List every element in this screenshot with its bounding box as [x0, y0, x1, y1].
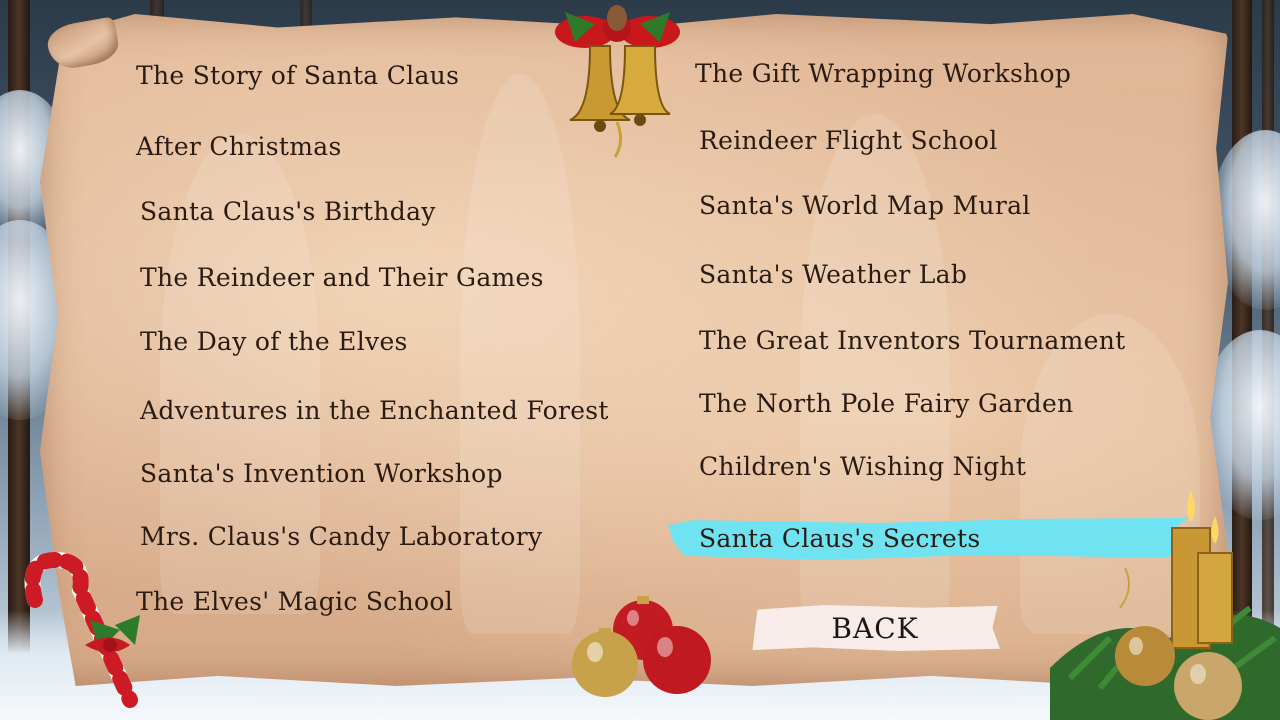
- menu-item-invention-workshop[interactable]: Santa's Invention Workshop: [140, 458, 503, 490]
- menu-item-reindeer-flight-school[interactable]: Reindeer Flight School: [699, 125, 998, 157]
- menu-item-reindeer-games[interactable]: The Reindeer and Their Games: [140, 262, 544, 294]
- menu-item-story-of-santa-claus[interactable]: The Story of Santa Claus: [136, 60, 459, 92]
- menu-item-day-of-elves[interactable]: The Day of the Elves: [140, 326, 408, 358]
- menu-item-weather-lab[interactable]: Santa's Weather Lab: [699, 259, 967, 291]
- bells-icon: [555, 5, 680, 158]
- menu-item-wishing-night[interactable]: Children's Wishing Night: [699, 451, 1026, 483]
- candy-cane-icon: [24, 551, 140, 708]
- menu-item-gift-wrapping-workshop[interactable]: The Gift Wrapping Workshop: [695, 58, 1071, 90]
- menu-item-elves-magic-school[interactable]: The Elves' Magic School: [136, 586, 453, 618]
- menu-item-world-map-mural[interactable]: Santa's World Map Mural: [699, 190, 1031, 222]
- menu-item-santa-claus-secrets[interactable]: Santa Claus's Secrets: [699, 523, 980, 555]
- menu-item-enchanted-forest[interactable]: Adventures in the Enchanted Forest: [140, 395, 609, 427]
- menu-item-santa-claus-birthday[interactable]: Santa Claus's Birthday: [140, 196, 436, 228]
- menu-item-inventors-tournament[interactable]: The Great Inventors Tournament: [699, 325, 1125, 357]
- menu-item-candy-laboratory[interactable]: Mrs. Claus's Candy Laboratory: [140, 521, 542, 553]
- candles-icon: [1050, 490, 1280, 720]
- menu-item-fairy-garden[interactable]: The North Pole Fairy Garden: [699, 388, 1073, 420]
- menu-item-after-christmas[interactable]: After Christmas: [136, 131, 342, 163]
- ornaments-icon: [572, 596, 711, 697]
- back-button[interactable]: BACK: [750, 605, 1000, 651]
